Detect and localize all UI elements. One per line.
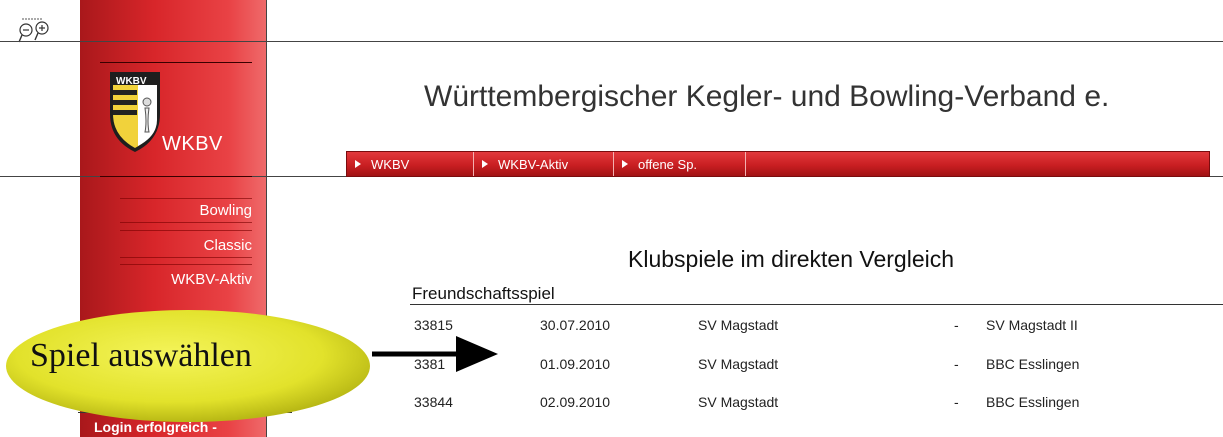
site-title: Württembergischer Kegler- und Bowling-Ve… xyxy=(424,80,1110,113)
breadcrumb: WKBV WKBV-Aktiv offene Sp. xyxy=(346,151,1210,177)
header-top-divider xyxy=(0,41,1223,42)
breadcrumb-label: WKBV-Aktiv xyxy=(498,156,569,172)
nav-divider xyxy=(120,198,252,199)
home-team: SV Magstadt xyxy=(698,356,779,372)
zoom-in-icon[interactable] xyxy=(34,21,49,41)
table-row[interactable]: 33815 30.07.2010 SV Magstadt - SV Magsta… xyxy=(414,317,1214,337)
separator: - xyxy=(954,317,959,333)
away-team: SV Magstadt II xyxy=(986,317,1078,333)
section-heading: Freundschaftsspiel xyxy=(412,284,555,303)
nav-divider xyxy=(120,230,252,231)
match-date: 30.07.2010 xyxy=(540,317,611,333)
logo-label: WKBV xyxy=(162,133,223,155)
separator: - xyxy=(954,356,959,372)
triangle-right-icon xyxy=(482,160,488,168)
nav-divider xyxy=(120,257,252,258)
table-row[interactable]: 33844 02.09.2010 SV Magstadt - BBC Essli… xyxy=(414,394,1214,414)
logo-bottom-line xyxy=(100,176,252,177)
breadcrumb-label: offene Sp. xyxy=(638,156,698,172)
sidebar-item-classic[interactable]: Classic xyxy=(204,237,252,254)
svg-text:WKBV: WKBV xyxy=(116,76,147,86)
breadcrumb-item-wkbv[interactable]: WKBV xyxy=(347,152,474,176)
match-date: 01.09.2010 xyxy=(540,356,611,372)
crest-letters: WKBV xyxy=(116,76,147,86)
table-row[interactable]: 3381 01.09.2010 SV Magstadt - BBC Esslin… xyxy=(414,356,1214,376)
triangle-right-icon xyxy=(355,160,361,168)
home-team: SV Magstadt xyxy=(698,317,779,333)
match-date: 02.09.2010 xyxy=(540,394,611,410)
pointer-arrow-icon xyxy=(372,336,498,372)
zoom-out-icon[interactable] xyxy=(18,23,33,43)
triangle-right-icon xyxy=(622,160,628,168)
match-id: 33815 xyxy=(414,317,453,333)
away-team: BBC Esslingen xyxy=(986,356,1080,372)
away-team: BBC Esslingen xyxy=(986,394,1080,410)
page-title: Klubspiele im direkten Vergleich xyxy=(628,246,955,272)
section-divider xyxy=(410,304,1223,305)
nav-divider xyxy=(120,264,252,265)
zoom-tools xyxy=(18,18,78,54)
breadcrumb-item-wkbv-aktiv[interactable]: WKBV-Aktiv xyxy=(474,152,614,176)
breadcrumb-label: WKBV xyxy=(371,156,410,172)
home-team: SV Magstadt xyxy=(698,394,779,410)
match-id: 33844 xyxy=(414,394,453,410)
separator: - xyxy=(954,394,959,410)
zoom-icons xyxy=(18,18,49,43)
callout-text: Spiel auswählen xyxy=(30,337,252,374)
sidebar-item-bowling[interactable]: Bowling xyxy=(199,202,252,219)
breadcrumb-item-offene-sp[interactable]: offene Sp. xyxy=(614,152,746,176)
sidebar-item-wkbv-aktiv[interactable]: WKBV-Aktiv xyxy=(171,271,252,288)
nav-divider xyxy=(120,222,252,223)
